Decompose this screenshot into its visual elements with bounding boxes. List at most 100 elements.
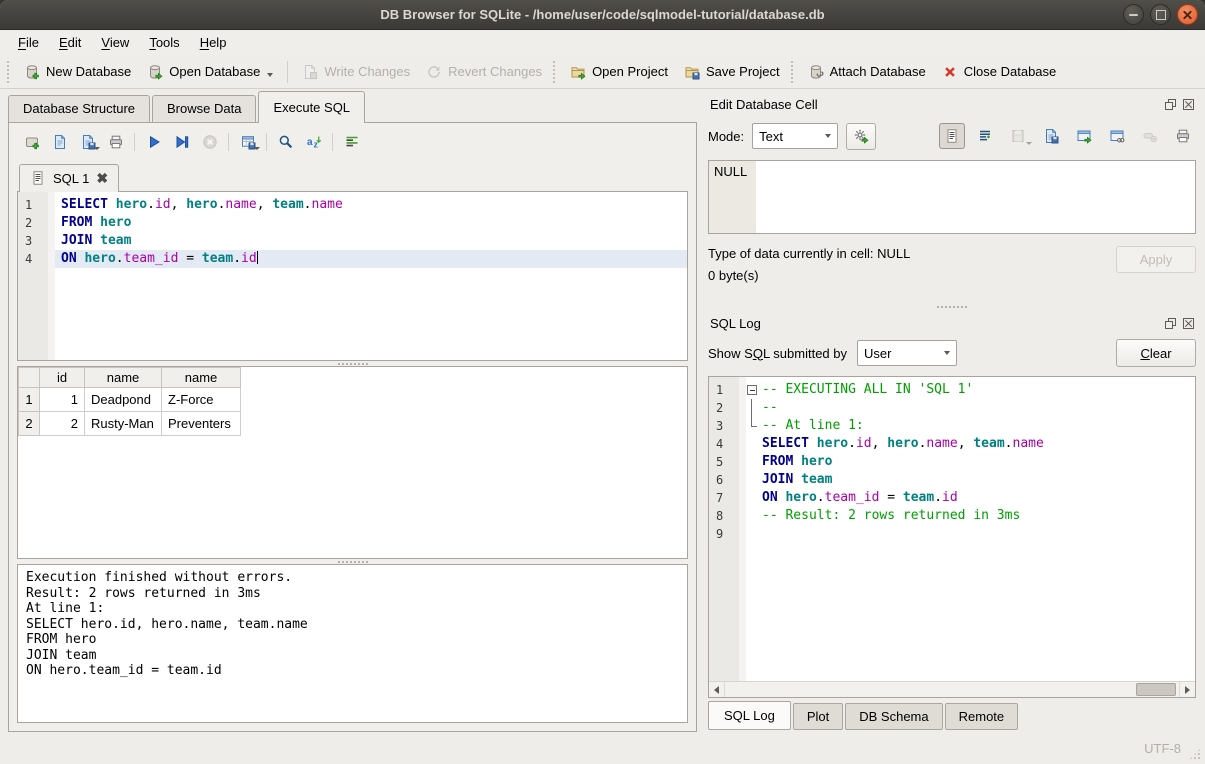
menu-view[interactable]: View [91, 32, 139, 53]
mode-select[interactable]: Text [752, 123, 838, 149]
new-database-button[interactable]: New Database [16, 60, 139, 84]
execute-all-button[interactable] [141, 130, 166, 155]
table-cell[interactable]: 1 [40, 388, 85, 412]
print-cell-button[interactable] [1170, 123, 1196, 149]
attach-database-button[interactable]: Attach Database [800, 60, 934, 84]
set-null-button [1137, 123, 1163, 149]
fold-margin [746, 489, 762, 507]
export-data-button[interactable] [1038, 123, 1064, 149]
open-external-button[interactable] [1071, 123, 1097, 149]
line-number: 1 [709, 381, 739, 399]
sql-editor[interactable]: 1SELECT hero.id, hero.name, team.name2FR… [17, 191, 688, 361]
fold-margin [746, 525, 762, 543]
open-project-button[interactable]: Open Project [562, 60, 676, 84]
menu-edit[interactable]: Edit [49, 32, 91, 53]
scrollbar-thumb[interactable] [1136, 683, 1176, 696]
dropdown-arrow-icon[interactable] [94, 147, 100, 150]
table-cell[interactable]: Rusty-Man [85, 412, 162, 436]
bottom-tab-remote[interactable]: Remote [945, 703, 1019, 730]
close-panel-icon[interactable] [1183, 99, 1194, 110]
line-number: 7 [709, 489, 739, 507]
close-database-button[interactable]: Close Database [934, 60, 1065, 84]
sql-editor-tab[interactable]: SQL 1 ✖ [19, 164, 119, 192]
table-row[interactable]: 22Rusty-ManPreventers [19, 412, 241, 436]
table-cell[interactable]: Preventers [162, 412, 241, 436]
fold-margin [746, 507, 762, 525]
results-body: 11DeadpondZ-Force22Rusty-ManPreventers [19, 388, 241, 436]
word-wrap-button[interactable] [339, 130, 364, 155]
word-wrap-cell-button[interactable] [972, 123, 998, 149]
encoding-indicator[interactable]: UTF-8 [1144, 741, 1181, 756]
splitter-handle[interactable] [17, 559, 688, 564]
cell-text-area[interactable] [756, 161, 1195, 233]
execute-current-line-icon [174, 134, 190, 150]
float-panel-icon[interactable] [1165, 99, 1176, 110]
fold-marker-icon[interactable] [746, 381, 762, 399]
dropdown-arrow-icon[interactable] [254, 147, 260, 150]
tab-execute-sql[interactable]: Execute SQL [258, 91, 365, 123]
table-cell[interactable]: Z-Force [162, 388, 241, 412]
copy-link-button[interactable] [1104, 123, 1130, 149]
table-cell[interactable]: 2 [40, 412, 85, 436]
button-label: Open Database [169, 64, 260, 79]
cell-toolbar [939, 123, 1196, 149]
clear-button[interactable]: Clear [1116, 339, 1196, 367]
new-sql-tab-button[interactable] [19, 130, 44, 155]
float-panel-icon[interactable] [1165, 318, 1176, 329]
menu-file[interactable]: File [8, 32, 49, 53]
auto-apply-button[interactable] [846, 123, 876, 150]
minimize-icon[interactable] [1123, 4, 1144, 25]
results-grid[interactable]: idnamename 11DeadpondZ-Force22Rusty-ManP… [17, 366, 688, 559]
open-sql-file-button[interactable] [47, 130, 72, 155]
log-filter-select[interactable]: User [857, 340, 957, 366]
column-header[interactable]: name [85, 368, 162, 388]
auto-format-button[interactable]: az [301, 130, 326, 155]
save-results-button[interactable] [235, 130, 260, 155]
open-database-button[interactable]: Open Database [139, 60, 281, 84]
line-number: 9 [709, 525, 739, 543]
scrollbar-track[interactable] [724, 682, 1180, 697]
tab-browse-data[interactable]: Browse Data [152, 95, 256, 122]
resize-grip[interactable] [1189, 748, 1201, 760]
save-project-button[interactable]: Save Project [676, 60, 788, 84]
row-header[interactable]: 2 [19, 412, 40, 436]
code-line: 9 [709, 525, 1195, 543]
line-number: 5 [709, 453, 739, 471]
dropdown-arrow-icon[interactable] [267, 73, 273, 77]
main-tabbar: Database StructureBrowse DataExecute SQL [8, 89, 703, 122]
scroll-left-icon[interactable] [709, 682, 724, 697]
menu-help[interactable]: Help [190, 32, 237, 53]
tab-database-structure[interactable]: Database Structure [8, 95, 150, 122]
svg-text:a: a [307, 137, 313, 148]
splitter-handle[interactable] [17, 361, 688, 366]
close-tab-icon[interactable]: ✖ [96, 172, 108, 184]
menu-tools[interactable]: Tools [139, 32, 189, 53]
column-header[interactable]: name [162, 368, 241, 388]
close-panel-icon[interactable] [1183, 318, 1194, 329]
print-sql-button[interactable] [103, 130, 128, 155]
column-header[interactable]: id [40, 368, 85, 388]
scroll-right-icon[interactable] [1180, 682, 1195, 697]
toolbar-separator [134, 133, 135, 151]
line-number: 4 [709, 435, 739, 453]
titlebar[interactable]: DB Browser for SQLite - /home/user/code/… [0, 0, 1205, 30]
horizontal-scrollbar[interactable] [709, 681, 1195, 697]
maximize-icon[interactable] [1150, 4, 1171, 25]
cell-editor[interactable]: NULL [708, 160, 1196, 234]
splitter-handle[interactable] [708, 299, 1196, 312]
execute-current-line-button[interactable] [169, 130, 194, 155]
code-line: 3-- At line 1: [709, 417, 1195, 435]
bottom-tab-plot[interactable]: Plot [793, 703, 843, 730]
save-sql-file-button[interactable] [75, 130, 100, 155]
table-row[interactable]: 11DeadpondZ-Force [19, 388, 241, 412]
find-button[interactable] [273, 130, 298, 155]
close-icon[interactable] [1177, 4, 1198, 25]
sql-log-view[interactable]: 1-- EXECUTING ALL IN 'SQL 1'2--3-- At li… [708, 376, 1196, 698]
line-number: 4 [18, 250, 48, 268]
text-mode-button[interactable] [939, 123, 965, 149]
bottom-tab-db-schema[interactable]: DB Schema [845, 703, 942, 730]
db-open-icon [147, 64, 163, 80]
table-cell[interactable]: Deadpond [85, 388, 162, 412]
row-header[interactable]: 1 [19, 388, 40, 412]
bottom-tab-sql-log[interactable]: SQL Log [708, 701, 791, 730]
